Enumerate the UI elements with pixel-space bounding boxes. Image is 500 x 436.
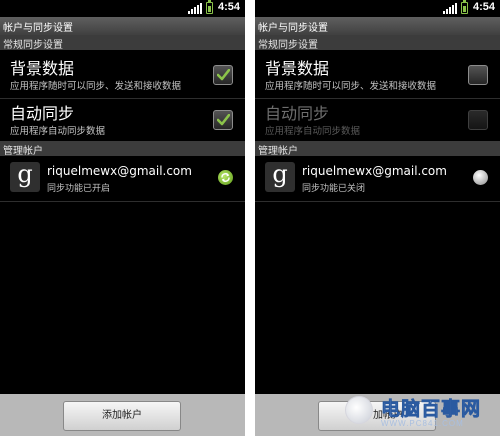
- account-sync-status: 同步功能已开启: [47, 184, 111, 194]
- auto-sync-setting[interactable]: 自动同步 应用程序自动同步数据: [0, 97, 245, 145]
- account-row[interactable]: g riquelmewx@gmail.com 同步功能已开启: [0, 157, 245, 201]
- setting-title: 背景数据: [265, 59, 330, 78]
- background-data-setting[interactable]: 背景数据 应用程序随时可以同步、发送和接收数据: [0, 52, 245, 100]
- watermark-text: 电脑百事网: [381, 398, 482, 421]
- section-header-accounts: 管理帐户: [0, 141, 245, 157]
- screen-title: 帐户与同步设置: [258, 23, 328, 34]
- setting-title: 自动同步: [265, 104, 330, 123]
- checkmark-icon: [217, 69, 230, 81]
- setting-title: 背景数据: [10, 59, 75, 78]
- background-data-setting[interactable]: 背景数据 应用程序随时可以同步、发送和接收数据: [255, 52, 500, 100]
- setting-summary: 应用程序随时可以同步、发送和接收数据: [265, 81, 437, 92]
- google-account-icon: g: [265, 162, 295, 192]
- auto-sync-checkbox[interactable]: [468, 110, 488, 130]
- checkmark-icon: [217, 114, 230, 126]
- section-header-label: 常规同步设置: [3, 40, 63, 51]
- phone-screen-sync-enabled: 4:54 帐户与同步设置 常规同步设置 背景数据 应用程序随时可以同步、发送和接…: [0, 0, 245, 436]
- status-bar: 4:54: [0, 0, 245, 17]
- signal-icon: [443, 3, 457, 14]
- setting-title: 自动同步: [10, 104, 75, 123]
- background-data-checkbox[interactable]: [213, 65, 233, 85]
- auto-sync-setting[interactable]: 自动同步 应用程序自动同步数据: [255, 97, 500, 145]
- account-row[interactable]: g riquelmewx@gmail.com 同步功能已关闭: [255, 157, 500, 201]
- sync-off-icon: [473, 170, 488, 185]
- setting-summary: 应用程序自动同步数据: [265, 126, 361, 137]
- add-account-button[interactable]: 添加帐户: [63, 401, 181, 431]
- phone-screen-sync-disabled: 4:54 帐户与同步设置 常规同步设置 背景数据 应用程序随时可以同步、发送和接…: [255, 0, 500, 436]
- clock: 4:54: [217, 1, 240, 13]
- setting-summary: 应用程序自动同步数据: [10, 126, 106, 137]
- watermark-icon: [345, 396, 373, 424]
- title-bar: 帐户与同步设置: [255, 17, 500, 35]
- bottom-button-bar: 添加帐户: [0, 394, 245, 436]
- account-email: riquelmewx@gmail.com: [47, 164, 192, 178]
- section-header-label: 常规同步设置: [258, 40, 318, 51]
- section-header-general: 常规同步设置: [0, 35, 245, 51]
- watermark-url: WWW.PC841.COM: [381, 419, 464, 428]
- background-data-checkbox[interactable]: [468, 65, 488, 85]
- divider: [255, 201, 500, 202]
- section-header-general: 常规同步设置: [255, 35, 500, 51]
- status-bar: 4:54: [255, 0, 500, 17]
- divider: [0, 201, 245, 202]
- section-header-label: 管理帐户: [3, 146, 43, 157]
- battery-icon: [206, 0, 213, 14]
- sync-icon: [218, 170, 233, 185]
- battery-icon: [461, 0, 468, 14]
- auto-sync-checkbox[interactable]: [213, 110, 233, 130]
- account-sync-status: 同步功能已关闭: [302, 184, 366, 194]
- section-header-accounts: 管理帐户: [255, 141, 500, 157]
- clock: 4:54: [472, 1, 495, 13]
- screen-title: 帐户与同步设置: [3, 23, 73, 34]
- setting-summary: 应用程序随时可以同步、发送和接收数据: [10, 81, 182, 92]
- account-email: riquelmewx@gmail.com: [302, 164, 447, 178]
- signal-icon: [188, 3, 202, 14]
- google-account-icon: g: [10, 162, 40, 192]
- section-header-label: 管理帐户: [258, 146, 298, 157]
- title-bar: 帐户与同步设置: [0, 17, 245, 35]
- watermark-logo: 电脑百事网 WWW.PC841.COM: [345, 392, 495, 434]
